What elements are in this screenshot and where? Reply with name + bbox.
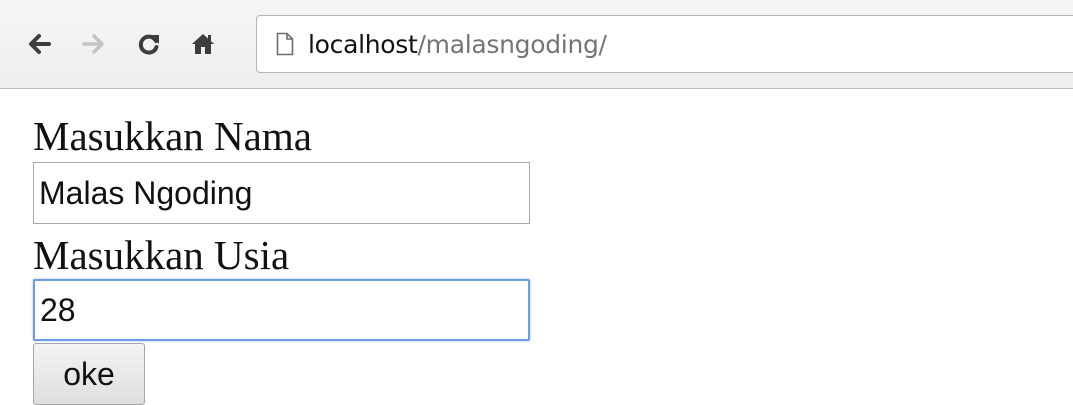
arrow-right-icon [81,31,107,57]
nama-label: Masukkan Nama [33,113,312,159]
forward-button[interactable] [77,24,111,64]
reload-button[interactable] [132,24,166,64]
url-host: localhost [308,29,418,59]
home-icon [190,31,216,57]
url-text: localhost/malasngoding/ [308,30,607,59]
reload-icon [136,31,162,57]
browser-toolbar: localhost/malasngoding/ [0,0,1073,89]
address-bar[interactable]: localhost/malasngoding/ [256,15,1073,73]
page-content: Masukkan Nama Masukkan Usia oke [0,90,1073,405]
oke-button[interactable]: oke [33,343,145,405]
home-button[interactable] [186,24,220,64]
usia-label: Masukkan Usia [33,232,290,278]
page-icon [276,32,294,56]
url-path: /malasngoding/ [417,29,607,59]
usia-input[interactable] [33,279,530,341]
back-button[interactable] [22,24,56,64]
nama-input[interactable] [33,162,530,224]
arrow-left-icon [26,31,52,57]
